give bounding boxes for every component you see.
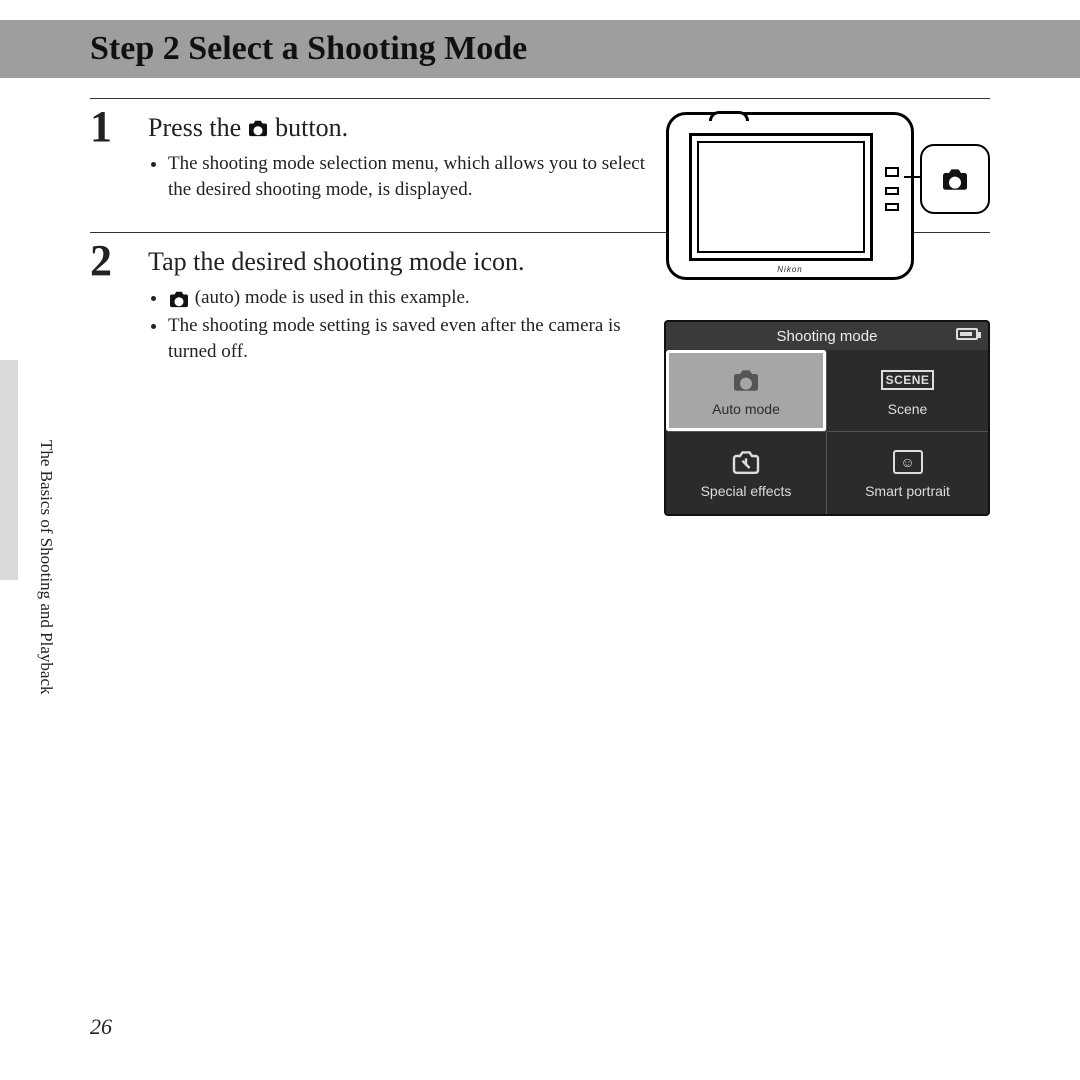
step-2-bullet-auto: (auto) mode is used in this example. [168,285,648,311]
step-1-bullet: The shooting mode selection menu, which … [168,151,648,202]
mode-auto-label: Auto mode [712,401,780,417]
camera-illustration: Nikon [666,106,990,286]
scene-icon: SCENE [881,365,935,395]
step-2-bullet-saved: The shooting mode setting is saved even … [168,313,648,364]
camera-icon [168,290,190,308]
mode-menu-title: Shooting mode [777,328,878,345]
callout-camera-button [920,144,990,214]
camera-brand: Nikon [777,265,802,274]
step-2-bullet-auto-text: (auto) mode is used in this example. [195,287,470,308]
camera-icon [247,119,269,137]
step-1-title-after: button. [275,113,348,143]
page-title: Step 2 Select a Shooting Mode [90,30,527,68]
mode-scene[interactable]: SCENE Scene [827,350,988,432]
step-1-title-before: Press the [148,113,241,143]
page-number: 26 [90,1014,112,1040]
mode-auto[interactable]: Auto mode [666,350,827,432]
chapter-label: The Basics of Shooting and Playback [36,440,56,695]
mode-special-label: Special effects [701,483,792,499]
step-number: 1 [90,105,130,204]
side-tab-strip [0,360,18,580]
mode-smart-portrait[interactable]: ☺ Smart portrait [827,432,988,514]
divider [90,98,990,99]
camera-icon [731,365,761,395]
mode-special-effects[interactable]: Special effects [666,432,827,514]
mode-smart-label: Smart portrait [865,483,950,499]
battery-icon [956,328,978,340]
special-effects-icon [731,447,761,477]
shooting-mode-menu: Shooting mode Auto mode SCENE Scene Sp [664,320,990,516]
smart-portrait-icon: ☺ [893,447,923,477]
step-number: 2 [90,239,130,366]
mode-scene-label: Scene [888,401,928,417]
step-title-bar: Step 2 Select a Shooting Mode [0,20,1080,78]
